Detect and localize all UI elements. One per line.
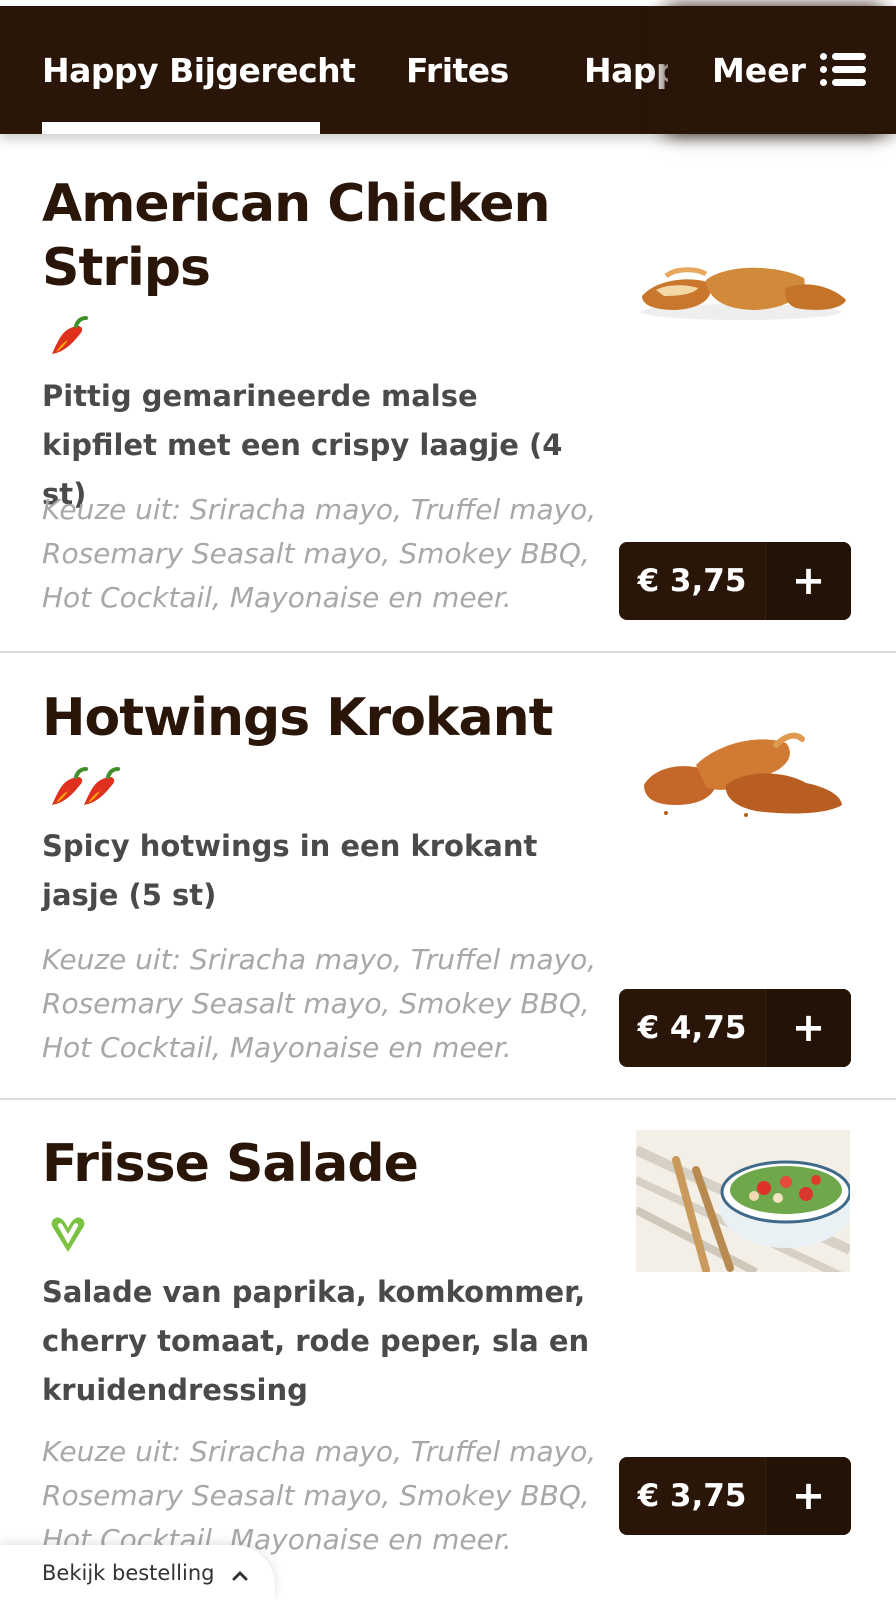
plus-icon: +: [765, 542, 851, 620]
tab-happy[interactable]: Happy: [584, 6, 668, 134]
view-order-button[interactable]: Bekijk bestelling: [0, 1545, 275, 1600]
add-to-cart-button[interactable]: € 3,75 +: [619, 542, 851, 620]
product-card: American Chicken Strips Pittig gemarinee…: [0, 134, 896, 653]
more-button[interactable]: Meer: [680, 6, 896, 134]
salad-image: [636, 1130, 850, 1272]
vegan-icon: [51, 1217, 85, 1252]
price-label: € 4,75: [637, 1010, 747, 1046]
chicken-strips-image: [636, 224, 850, 334]
product-description: Spicy hotwings in een krokant jasje (5 s…: [42, 829, 538, 912]
tab-label: Happy: [584, 50, 668, 90]
product-title: Frisse Salade: [42, 1134, 419, 1194]
tab-label: Frites: [406, 50, 509, 90]
list-icon: [819, 52, 866, 88]
product-card: Hotwings Krokant Spicy hotwings in een k…: [0, 653, 896, 1100]
product-title: American Chicken Strips: [42, 174, 551, 298]
product-choice-text: Keuze uit: Sriracha mayo, Truffel mayo, …: [42, 1435, 597, 1556]
plus-icon: +: [765, 1457, 851, 1535]
product-card: Frisse Salade Salade van paprika, komkom…: [0, 1100, 896, 1560]
tab-label: Happy Bijgerecht: [42, 50, 356, 90]
add-to-cart-button[interactable]: € 4,75 +: [619, 989, 851, 1067]
screen: Happy Bijgerecht Frites Happy Meer Ameri…: [0, 0, 896, 1600]
more-label: Meer: [712, 50, 806, 90]
product-choice-text: Keuze uit: Sriracha mayo, Truffel mayo, …: [42, 493, 597, 614]
product-description: Salade van paprika, komkommer, cherry to…: [42, 1275, 590, 1407]
tab-frites[interactable]: Frites: [406, 6, 509, 134]
chili-pepper-icon: [52, 316, 88, 354]
chili-pepper-icon: [52, 767, 120, 805]
chevron-up-icon: [232, 1571, 248, 1580]
tab-happy-bijgerecht[interactable]: Happy Bijgerecht: [42, 6, 356, 134]
hotwings-image: [636, 725, 850, 825]
add-to-cart-button[interactable]: € 3,75 +: [619, 1457, 851, 1535]
price-label: € 3,75: [637, 563, 747, 599]
product-title: Hotwings Krokant: [42, 688, 553, 748]
category-nav: Happy Bijgerecht Frites Happy Meer: [0, 6, 896, 134]
plus-icon: +: [765, 989, 851, 1067]
active-tab-indicator: [42, 122, 320, 134]
view-order-label: Bekijk bestelling: [42, 1560, 215, 1585]
price-label: € 3,75: [637, 1478, 747, 1514]
product-choice-text: Keuze uit: Sriracha mayo, Truffel mayo, …: [42, 943, 597, 1064]
